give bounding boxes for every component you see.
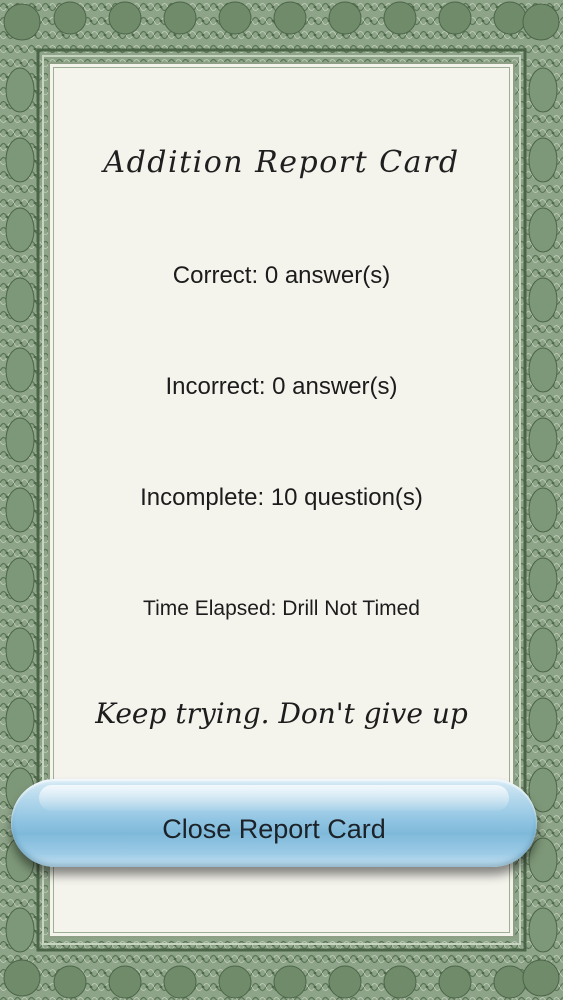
report-card-screen: Addition Report Card Correct: 0 answer(s… [0, 0, 563, 1000]
button-gloss [39, 785, 509, 811]
report-title: Addition Report Card [103, 145, 460, 180]
time-elapsed: Time Elapsed: Drill Not Timed [143, 597, 420, 620]
correct-count: Correct: 0 answer(s) [172, 262, 391, 289]
incorrect-count: Incorrect: 0 answer(s) [165, 373, 398, 400]
incomplete-count: Incomplete: 10 question(s) [140, 484, 423, 511]
close-report-card-button[interactable]: Close Report Card [11, 779, 537, 867]
encouragement-message: Keep trying. Don't give up [95, 697, 468, 730]
close-report-card-label: Close Report Card [162, 814, 386, 844]
